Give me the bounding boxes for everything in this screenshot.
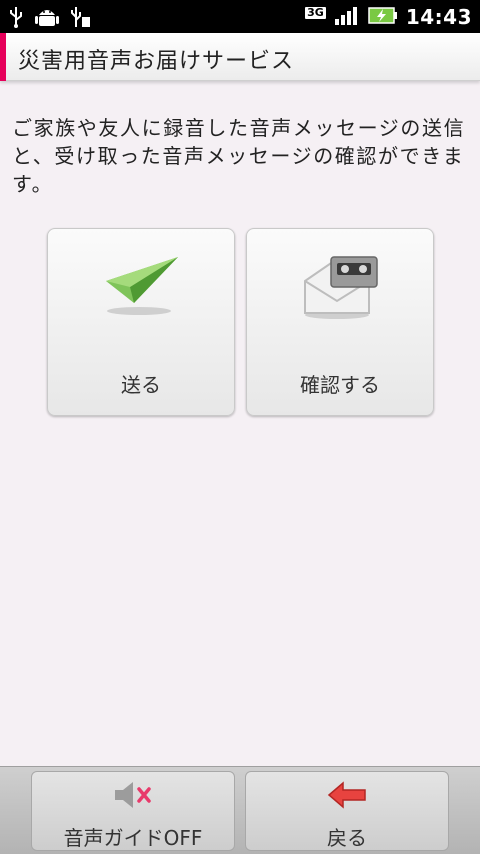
- android-debug-icon: [34, 5, 60, 29]
- bottom-bar: 音声ガイドOFF 戻る: [0, 766, 480, 854]
- battery-charging-icon: [368, 5, 398, 29]
- paper-plane-icon: [48, 251, 234, 321]
- usb-storage-icon: [70, 5, 92, 29]
- header-accent-bar: [0, 33, 6, 81]
- back-label: 戻る: [327, 826, 367, 850]
- signal-icon: [334, 5, 360, 29]
- network-type-badge: 3G: [305, 5, 326, 19]
- usb-icon: [8, 5, 24, 29]
- back-button[interactable]: 戻る: [245, 771, 449, 851]
- back-arrow-icon: [246, 780, 448, 810]
- app-header: 災害用音声お届けサービス: [0, 33, 480, 81]
- send-button[interactable]: 送る: [47, 228, 235, 416]
- page-title: 災害用音声お届けサービス: [18, 49, 295, 74]
- description-text: ご家族や友人に録音した音声メッセージの送信と、受け取った音声メッセージの確認がで…: [12, 116, 466, 196]
- envelope-tape-icon: [247, 251, 433, 323]
- voice-guide-label: 音声ガイドOFF: [63, 826, 203, 850]
- voice-guide-off-button[interactable]: 音声ガイドOFF: [31, 771, 235, 851]
- send-label: 送る: [121, 373, 161, 397]
- confirm-label: 確認する: [300, 373, 380, 397]
- status-bar: 3G 14:43: [0, 0, 480, 33]
- speaker-muted-icon: [32, 780, 234, 810]
- clock: 14:43: [405, 4, 472, 29]
- confirm-button[interactable]: 確認する: [246, 228, 434, 416]
